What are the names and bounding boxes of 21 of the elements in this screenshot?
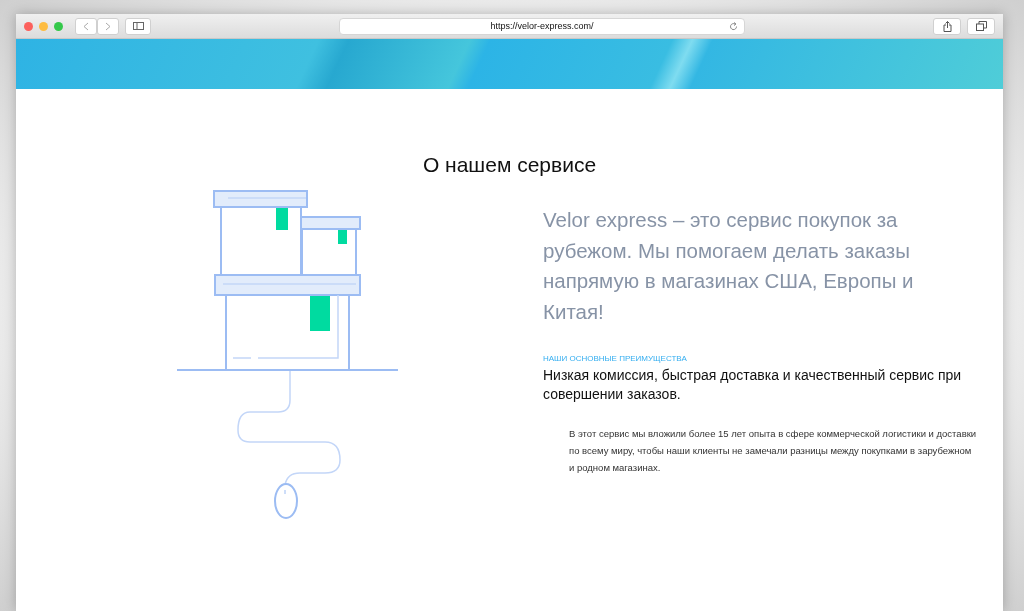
advantages-text: Низкая комиссия, быстрая доставка и качественный сервис при совершении заказов. — [543, 366, 963, 404]
close-icon[interactable] — [24, 21, 33, 31]
sidebar-button[interactable] — [125, 17, 151, 35]
advantages-heading: НАШИ ОСНОВНЫЕ ПРЕИМУЩЕСТВА — [543, 354, 688, 363]
reload-icon[interactable] — [729, 21, 738, 31]
section-title: О нашем сервисе — [422, 153, 597, 177]
back-button[interactable] — [75, 17, 97, 35]
tabs-icon — [975, 21, 987, 31]
chevron-left-icon — [83, 21, 89, 31]
body-paragraph: В этот сервис мы вложили более 15 лет опыта в сфере коммерческой логистики и доставки по всему миру, чтобы наши клиенты не замечали разницы между покупками в зарубежном и родном магазинах. — [569, 427, 978, 475]
chevron-right-icon — [105, 21, 111, 31]
forward-button[interactable] — [97, 17, 119, 35]
share-icon — [942, 20, 952, 32]
share-button[interactable] — [933, 17, 961, 35]
maximize-icon[interactable] — [54, 21, 63, 31]
address-field[interactable]: https://velor-express.com/ — [339, 17, 745, 35]
url-text: https://velor-express.com/ — [490, 21, 594, 31]
lead-paragraph: Velor express – это сервис покупок за рубежом. Мы помогаем делать заказы напрямую в магазинах США, Европы и Китая! — [543, 207, 915, 325]
sidebar-icon — [132, 22, 144, 30]
tabs-button[interactable] — [967, 17, 995, 35]
minimize-icon[interactable] — [39, 21, 48, 31]
